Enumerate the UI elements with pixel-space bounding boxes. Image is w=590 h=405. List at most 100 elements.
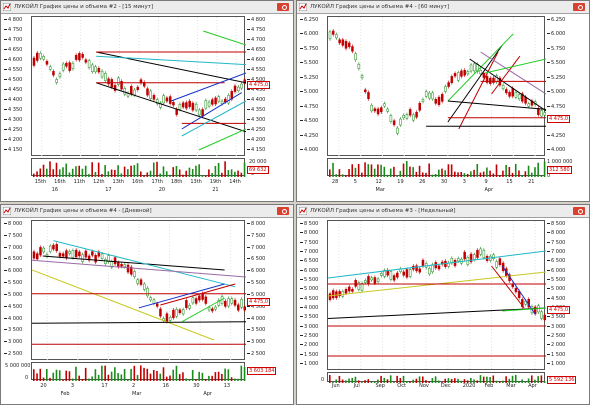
candle	[434, 99, 438, 104]
volume-last-label: 69 632	[247, 166, 269, 174]
volume-plot[interactable]	[327, 158, 546, 177]
candle	[198, 295, 201, 301]
price-plot[interactable]	[31, 16, 246, 157]
volume-bar	[543, 380, 546, 383]
volume-bar	[473, 169, 475, 177]
candle	[104, 259, 107, 265]
volume-bar	[357, 164, 360, 177]
volume-bar	[175, 365, 178, 381]
candle	[437, 265, 441, 270]
candle	[367, 92, 370, 100]
chart-window-weekly[interactable]: ЛУКОЙЛ График цены и объема #3 - [Недель…	[296, 204, 590, 405]
trend-line	[96, 55, 246, 66]
volume-bar	[495, 380, 498, 383]
close-icon[interactable]	[277, 207, 289, 215]
trend-line	[181, 100, 246, 137]
volume-tick: 1 000 000	[547, 159, 573, 165]
volume-bar	[332, 162, 334, 177]
trend-line	[32, 321, 246, 324]
volume-bar	[162, 367, 165, 381]
volume-plot[interactable]	[327, 372, 546, 383]
volume-bar	[527, 165, 530, 177]
window-title-bar[interactable]: ЛУКОЙЛ График цены и объема #4 - [Дневно…	[1, 205, 293, 218]
volume-bar	[36, 373, 38, 381]
trend-line	[447, 33, 514, 102]
candle	[214, 306, 217, 310]
candle	[508, 91, 511, 97]
volume-bar	[460, 172, 463, 177]
y-tick-label: 7 000	[547, 249, 565, 255]
volume-bar	[162, 166, 165, 177]
volume-bar	[178, 374, 181, 381]
volume-bar	[348, 169, 350, 177]
volume-bar	[117, 373, 119, 381]
trend-line	[491, 265, 525, 309]
candle	[100, 70, 104, 78]
candle	[84, 59, 88, 63]
price-plot[interactable]	[327, 16, 546, 157]
candle	[162, 95, 165, 104]
volume-bar	[364, 162, 366, 177]
volume-bar	[88, 174, 90, 177]
candle	[511, 88, 514, 97]
y-tick-label-left: 1 500	[300, 352, 318, 358]
candle	[347, 42, 351, 48]
volume-bar	[156, 371, 158, 381]
candle	[351, 289, 354, 292]
y-tick-label: 6 500	[247, 256, 265, 262]
volume-bar	[393, 166, 395, 177]
volume-bar	[33, 369, 35, 381]
volume-bar	[518, 170, 520, 177]
candle	[405, 269, 409, 278]
volume-bar	[55, 369, 58, 381]
y-tick-label: 5 500	[247, 280, 265, 286]
y-tick-label: 4 500	[547, 296, 565, 302]
close-icon[interactable]	[573, 3, 585, 11]
close-icon[interactable]	[573, 207, 585, 215]
candle	[74, 55, 78, 60]
volume-bar	[402, 375, 405, 383]
y-tick-label-left: 4 150	[4, 147, 22, 153]
volume-bar	[68, 172, 71, 177]
price-plot[interactable]	[327, 220, 546, 371]
candle	[198, 109, 201, 116]
y-tick-label-left: 4 500	[300, 296, 318, 302]
candle	[188, 100, 191, 108]
price-plot[interactable]	[31, 220, 246, 361]
y-tick-label: 3 500	[547, 314, 565, 320]
volume-bar	[396, 375, 398, 383]
volume-bar	[88, 378, 90, 381]
volume-bar	[409, 381, 411, 383]
window-title-bar[interactable]: ЛУКОЙЛ График цены и объема #4 - [60 мин…	[297, 1, 589, 14]
volume-bar	[198, 164, 200, 177]
volume-bar	[149, 373, 152, 381]
y-tick-label-left: 6.000	[300, 31, 318, 37]
volume-bar	[438, 169, 440, 177]
volume-bar	[482, 171, 485, 177]
window-title-bar[interactable]: ЛУКОЙЛ График цены и объема #3 - [Недель…	[297, 205, 589, 218]
chart-window-15min[interactable]: ЛУКОЙЛ График цены и объема #2 - [15 мин…	[0, 0, 294, 202]
y-tick-label: 5.000	[547, 89, 565, 95]
volume-bar	[345, 175, 347, 177]
close-icon[interactable]	[277, 3, 289, 11]
volume-bar	[511, 172, 514, 177]
volume-bar	[534, 167, 536, 177]
y-tick-label: 2 000	[547, 342, 565, 348]
candle	[45, 60, 49, 65]
chart-window-60min[interactable]: ЛУКОЙЛ График цены и объема #4 - [60 мин…	[296, 0, 590, 202]
volume-bar	[120, 374, 123, 381]
y-tick-label: 5.500	[547, 60, 565, 66]
candle	[354, 279, 357, 287]
volume-plot[interactable]	[31, 158, 246, 177]
chart-window-daily[interactable]: ЛУКОЙЛ График цены и объема #4 - [Дневно…	[0, 204, 294, 405]
y-tick-label-left: 4 000	[300, 305, 318, 311]
y-tick-label: 7 500	[247, 233, 265, 239]
window-title-bar[interactable]: ЛУКОЙЛ График цены и объема #2 - [15 мин…	[1, 1, 293, 14]
volume-bar	[511, 375, 514, 383]
candle	[335, 34, 338, 39]
volume-bar	[123, 166, 126, 177]
y-tick-label: 4.250	[547, 133, 565, 139]
candle	[211, 308, 214, 312]
volume-plot[interactable]	[31, 362, 246, 381]
candle	[207, 307, 211, 311]
